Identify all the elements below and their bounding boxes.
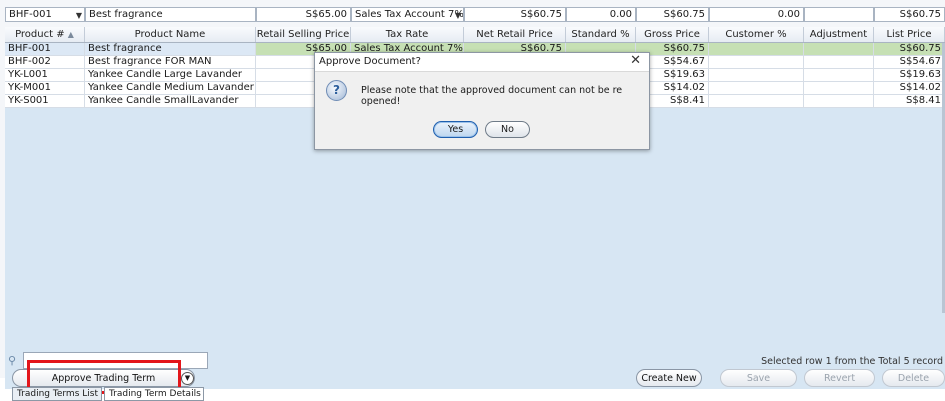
- chevron-down-icon[interactable]: ▼: [181, 372, 194, 385]
- cell-adjustment: [804, 69, 874, 81]
- cell-product-no: YK-M001: [5, 82, 85, 94]
- cell-list-price: S$19.63: [874, 69, 945, 81]
- no-button[interactable]: No: [485, 121, 530, 138]
- cell-product-name: Best fragrance FOR MAN: [85, 56, 256, 68]
- dialog-title: Approve Document?: [319, 56, 421, 67]
- chevron-down-icon: ▼: [454, 11, 461, 20]
- create-new-button[interactable]: Create New: [636, 369, 702, 387]
- cell-customer-pct: [709, 69, 804, 81]
- col-gross-price[interactable]: Gross Price: [636, 27, 709, 42]
- tab-trading-term-details[interactable]: Trading Term Details: [104, 387, 204, 401]
- question-icon: ?: [326, 80, 347, 101]
- gross-price-field[interactable]: S$60.75: [636, 7, 709, 22]
- approve-document-dialog: Approve Document? ✕ ? Please note that t…: [314, 52, 650, 150]
- tab-trading-terms-list[interactable]: Trading Terms List: [12, 387, 102, 401]
- standard-pct-field[interactable]: 0.00: [566, 7, 636, 22]
- net-retail-field[interactable]: S$60.75: [464, 7, 566, 22]
- customer-pct-field[interactable]: 0.00: [709, 7, 804, 22]
- col-retail-price[interactable]: Retail Selling Price: [256, 27, 351, 42]
- cell-adjustment: [804, 82, 874, 94]
- col-product-no-label: Product #: [15, 29, 65, 40]
- chevron-down-icon: ▼: [75, 11, 82, 20]
- save-button[interactable]: Save: [720, 369, 797, 387]
- grid-header: Product # ▲ Product Name Retail Selling …: [5, 27, 945, 43]
- cell-product-name: Yankee Candle SmallLavander: [85, 95, 256, 107]
- col-standard-pct[interactable]: Standard %: [566, 27, 636, 42]
- cell-product-name: Best fragrance: [85, 43, 256, 55]
- product-name-field[interactable]: Best fragrance: [85, 7, 256, 22]
- col-list-price[interactable]: List Price: [874, 27, 945, 42]
- cell-customer-pct: [709, 56, 804, 68]
- cell-customer-pct: [709, 82, 804, 94]
- cell-product-no: YK-S001: [5, 95, 85, 107]
- cell-adjustment: [804, 56, 874, 68]
- list-price-field[interactable]: S$60.75: [874, 7, 945, 22]
- col-tax-rate[interactable]: Tax Rate: [351, 27, 464, 42]
- dialog-titlebar: Approve Document? ✕: [315, 53, 649, 72]
- cell-product-name: Yankee Candle Large Lavander: [85, 69, 256, 81]
- col-adjustment[interactable]: Adjustment: [804, 27, 874, 42]
- cell-customer-pct: [709, 43, 804, 55]
- edit-row: BHF-001 ▼ Best fragrance S$65.00 Sales Ta…: [5, 7, 945, 23]
- product-no-select[interactable]: BHF-001 ▼: [5, 7, 85, 22]
- cell-list-price: S$60.75: [874, 43, 945, 55]
- close-icon[interactable]: ✕: [630, 53, 641, 68]
- sort-asc-icon: ▲: [67, 30, 74, 39]
- delete-button[interactable]: Delete: [882, 369, 945, 387]
- col-customer-pct[interactable]: Customer %: [709, 27, 804, 42]
- col-product-name[interactable]: Product Name: [85, 27, 256, 42]
- cell-customer-pct: [709, 95, 804, 107]
- adjustment-field[interactable]: [804, 7, 874, 22]
- cell-product-name: Yankee Candle Medium Lavander: [85, 82, 256, 94]
- cell-adjustment: [804, 95, 874, 107]
- status-text: Selected row 1 from the Total 5 record: [761, 356, 943, 367]
- cell-list-price: S$8.41: [874, 95, 945, 107]
- tax-rate-value: Sales Tax Account 7% SR: [355, 9, 464, 20]
- tax-rate-select[interactable]: Sales Tax Account 7% SR▼: [351, 7, 464, 22]
- revert-button[interactable]: Revert: [804, 369, 875, 387]
- col-net-retail[interactable]: Net Retail Price: [464, 27, 566, 42]
- product-no-value: BHF-001: [9, 9, 52, 20]
- dialog-message: Please note that the approved document c…: [361, 85, 623, 107]
- cell-product-no: YK-L001: [5, 69, 85, 81]
- cell-product-no: BHF-002: [5, 56, 85, 68]
- retail-price-field[interactable]: S$65.00: [256, 7, 351, 22]
- cell-list-price: S$54.67: [874, 56, 945, 68]
- cell-adjustment: [804, 43, 874, 55]
- trading-term-window: BHF-001 ▼ Best fragrance S$65.00 Sales Ta…: [0, 0, 945, 401]
- yes-button[interactable]: Yes: [433, 121, 478, 138]
- cell-list-price: S$14.02: [874, 82, 945, 94]
- col-product-no[interactable]: Product # ▲: [5, 27, 85, 42]
- cell-product-no: BHF-001: [5, 43, 85, 55]
- search-icon[interactable]: ⚲: [8, 354, 16, 367]
